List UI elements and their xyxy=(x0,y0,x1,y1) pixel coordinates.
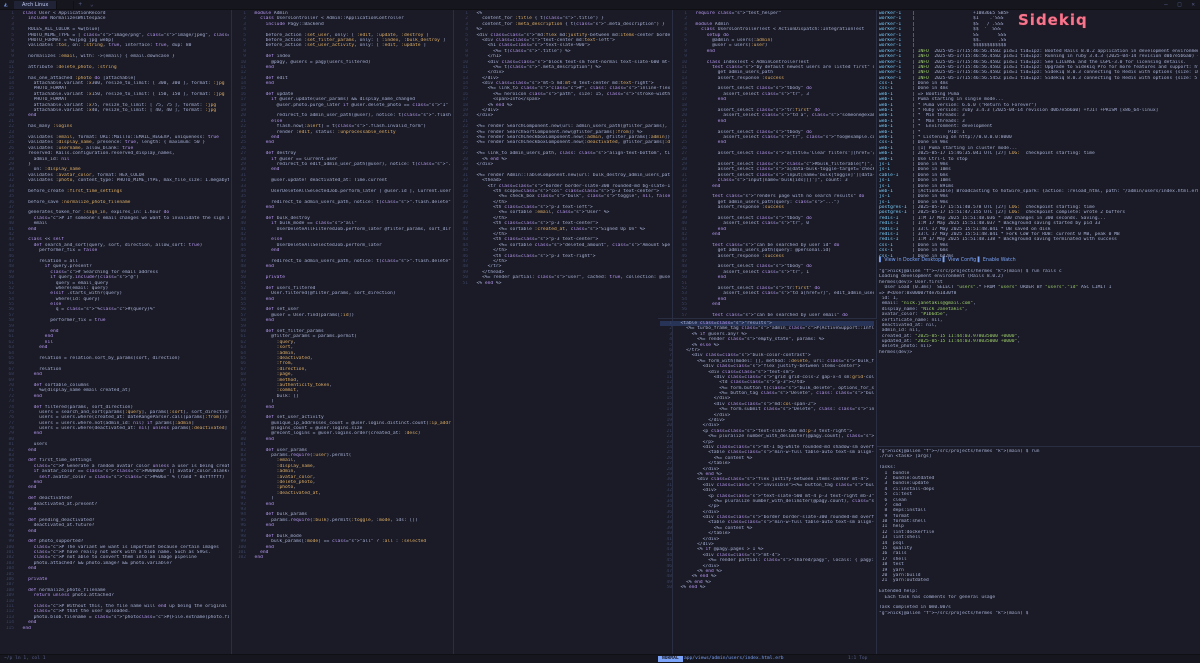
sidekiq-logo: Sidekiq xyxy=(1018,11,1088,29)
status-position: 1:1 Top xyxy=(848,656,868,661)
mode-badge: NORMAL xyxy=(658,656,683,662)
code-line: 35 <%= check_box class="s">"bulk", class… xyxy=(462,194,670,200)
editor-pane-controller-test[interactable]: 1 require class="s">"test_helper" 2 3 modu… xyxy=(673,10,877,318)
editor-pane-users-controller[interactable]: 1 module Admin 2 class UsersController < … xyxy=(232,10,454,655)
tab-arch-linux[interactable]: Arch Linux xyxy=(14,0,58,9)
terminal-pane-run-tasks[interactable]: "g">nickj@alien "f">~/src/projects/herme… xyxy=(877,448,1200,655)
minimize-button[interactable]: – xyxy=(1159,1,1173,7)
code-line: 3 content_for :meta_description { t(clas… xyxy=(465,21,665,27)
code-line: 27 <%= link_to admin_users_path, class: … xyxy=(462,151,670,157)
code-line: "g">nickj@alien "f">~/src/projects/herme… xyxy=(879,610,1029,616)
code-line: 86 if avatar_color == class="s">"class="… xyxy=(8,469,229,475)
terminal-divider xyxy=(877,446,1200,447)
terminal-pane-docker-logs[interactable]: worker-1 | +10836E5 SB5F worker-1 | $1 ` … xyxy=(877,10,1200,258)
status-bar: ~/p ln 1, col 1 NORMAL app/views/admin/u… xyxy=(0,654,1200,663)
status-filename: app/views/admin/users/index.html.erb xyxy=(684,656,784,661)
code-line: 22 <%= render SearchComponent.new(url: a… xyxy=(462,124,668,130)
editor-pane-user-model[interactable]: 1 class User < ApplicationRecord 2 includ… xyxy=(0,10,232,655)
code-line: 34 UserDeleteAllSelectedJob.perform_late… xyxy=(240,188,451,194)
new-tab-button[interactable]: + xyxy=(74,1,86,7)
code-line: 53 assert_select class="s">"td a[href=?]… xyxy=(681,291,874,297)
code-line: 25 <table class=class="s">"min-w-full ta… xyxy=(666,450,874,456)
code-line: 35 test class="s">"renders page with no … xyxy=(681,194,865,200)
code-line: 9 <div class=class="s">"flex justify-bet… xyxy=(669,364,861,370)
code-line: 115 end xyxy=(5,625,31,631)
code-line: 18 @user.photo.purge_later if @user.dele… xyxy=(240,102,449,108)
arch-linux-icon: ◭ xyxy=(4,1,8,8)
code-line: hermes(dev)> xyxy=(879,349,913,355)
code-line: 45 <%= render partial: class="s">"shared… xyxy=(666,558,874,564)
code-line: 7 before_action :set_user_activity, only… xyxy=(243,43,427,49)
code-line: 32 class="s">"input[name='bulk[ids][]']"… xyxy=(681,178,848,184)
code-line: 25 <%= render SearchCheckboxComponent.ne… xyxy=(462,140,670,146)
code-line: 2 <%= turbo_frame_tag class="s">"admin_c… xyxy=(669,326,874,332)
code-line: 17 <%= form.submit class="s">"Delete", c… xyxy=(666,407,874,413)
status-left: ~/p ln 1, col 1 xyxy=(4,656,46,661)
code-line: 27 assert_select class="s">"a[title='Cle… xyxy=(681,151,874,157)
editor-pane-index-view[interactable]: 1 <% 2 content_for :title { t(class="s">"… xyxy=(454,10,673,655)
window-titlebar: ◭ Arch Linux + ⌄ – □ ✕ xyxy=(0,0,1200,10)
tab-secondary[interactable] xyxy=(57,0,75,9)
maximize-button[interactable]: □ xyxy=(1173,1,1187,7)
pane-divider xyxy=(658,318,877,319)
code-line: 25 validates :display_name, presence: tr… xyxy=(8,140,206,146)
code-line: 32 validates :photo, content_type: PHOTO… xyxy=(8,178,229,184)
terminal-pane-rails-console[interactable]: "g">nickj@alien "f">~/src/projects/herme… xyxy=(877,268,1200,443)
editor-pane-table-component[interactable]: 1 <table class=class="s">"results"> 2 <%=… xyxy=(658,320,877,655)
close-button[interactable]: ✕ xyxy=(1186,1,1200,7)
docker-links[interactable]: ▌ View in Docker Desktop ▌ View Config ▌… xyxy=(879,258,1016,263)
code-line: 102 end xyxy=(237,555,263,561)
code-line: 51 <% end %> xyxy=(462,280,502,286)
code-line: 22 <%= pluralize number_with_delimiter(@… xyxy=(666,434,874,440)
code-line: 30 assert_select class="s">"a[data-bulk-… xyxy=(681,167,874,173)
code-line: 4 class UsersControllerTest < ActionDisp… xyxy=(684,27,865,33)
chevron-down-icon[interactable]: ⌄ xyxy=(86,1,98,7)
code-line: 41 UserDeleteAllFilteredJob.perform_late… xyxy=(240,226,451,232)
code-line: 76 users = users.where(created_at: DateR… xyxy=(8,415,228,421)
code-line: 50 <% end %> xyxy=(666,585,706,591)
